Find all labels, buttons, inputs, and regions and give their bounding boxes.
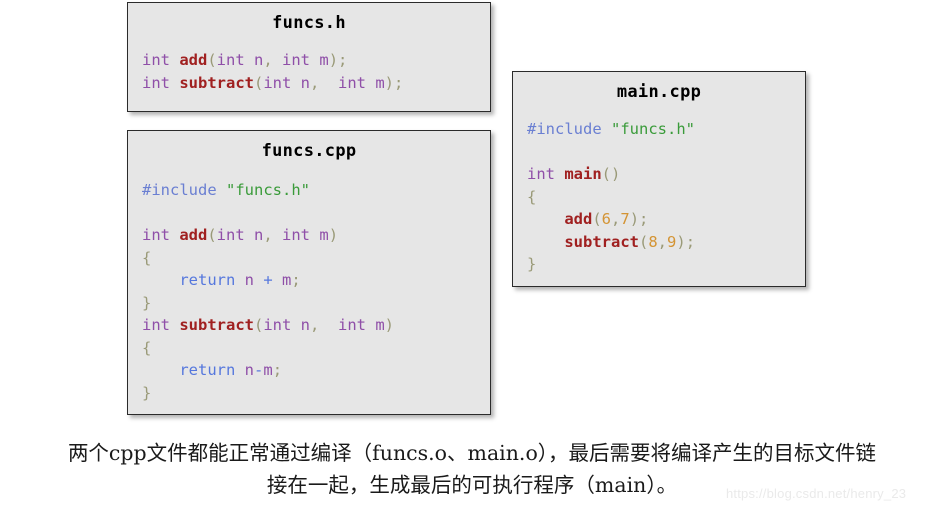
code-token: int n — [216, 51, 264, 69]
code-line: #include "funcs.h" — [142, 179, 490, 202]
code-token: add — [179, 51, 208, 69]
code-line: add(6,7); — [527, 208, 805, 231]
code-token: 6 — [601, 210, 612, 228]
code-token: m — [272, 271, 292, 289]
code-box-main-cpp: main.cpp #include "funcs.h" int main(){ … — [512, 71, 806, 287]
code-token: int n — [263, 73, 310, 92]
code-token: subtract — [179, 316, 254, 334]
code-line: subtract(8,9); — [527, 231, 805, 254]
code-line: { — [142, 337, 490, 360]
code-line: #include "funcs.h" — [527, 118, 805, 141]
code-token: add — [564, 210, 593, 228]
code-token: int — [142, 226, 180, 244]
code-body: #include "funcs.h" int add(int n, int m)… — [128, 161, 490, 404]
code-token: } — [142, 293, 152, 312]
code-token: - — [254, 361, 264, 379]
code-line: int subtract(int n, int m) — [142, 314, 490, 337]
code-token: , — [657, 232, 668, 251]
code-token: return — [179, 361, 236, 379]
code-token: #include — [142, 181, 226, 199]
code-token: "funcs.h" — [611, 120, 695, 138]
code-token: ( — [253, 316, 264, 334]
code-token: n — [235, 271, 264, 289]
code-token: "funcs.h" — [226, 181, 310, 199]
code-line: } — [527, 253, 805, 276]
code-token: ) — [328, 226, 339, 244]
code-token: main — [564, 165, 602, 183]
code-token: 9 — [667, 232, 677, 251]
code-line: int add(int n, int m); — [142, 49, 490, 72]
code-body: int add(int n, int m); int subtract(int n… — [128, 33, 490, 94]
code-line: return n + m; — [142, 269, 490, 292]
code-token: int m — [282, 226, 329, 244]
caption-line-1: 两个cpp文件都能正常通过编译（funcs.o、main.o），最后需要将编译产… — [67, 441, 877, 465]
code-line: { — [142, 247, 490, 270]
code-token: , — [263, 226, 283, 244]
code-token: ); — [629, 210, 649, 228]
code-body: #include "funcs.h" int main(){ add(6,7);… — [513, 102, 805, 276]
code-line: } — [142, 292, 490, 315]
code-token: + — [263, 271, 273, 289]
code-token: ; — [272, 361, 283, 379]
code-token: { — [142, 338, 152, 357]
code-token: return — [179, 271, 236, 289]
code-token: 8 — [648, 232, 658, 251]
code-line: return n-m; — [142, 359, 490, 382]
code-token: int m — [338, 73, 385, 92]
code-box-title: funcs.h — [272, 13, 346, 33]
code-token: ( — [207, 226, 217, 244]
code-token: ); — [328, 51, 348, 69]
code-token: ( — [592, 210, 602, 228]
code-token: , — [611, 210, 621, 228]
code-box-funcs-cpp: funcs.cpp #include "funcs.h" int add(int… — [127, 130, 491, 415]
code-box-funcs-h: funcs.h int add(int n, int m); int subtra… — [127, 2, 491, 112]
code-box-title: main.cpp — [616, 82, 702, 102]
code-token: ); — [384, 73, 404, 92]
code-token: m — [263, 361, 273, 379]
code-line: int add(int n, int m) — [142, 224, 490, 247]
code-token: } — [527, 255, 537, 273]
code-line: } — [142, 382, 490, 405]
code-token: int m — [282, 51, 329, 69]
code-token: ( — [253, 73, 264, 92]
code-token: ); — [676, 232, 696, 251]
code-token: int n — [263, 316, 310, 334]
code-token: int — [142, 316, 180, 334]
code-line: { — [527, 186, 805, 209]
code-line: int main() — [527, 163, 805, 186]
code-token: ) — [384, 316, 395, 334]
code-token: , — [310, 316, 338, 334]
code-token: , — [263, 51, 283, 69]
code-token: #include — [527, 120, 611, 138]
watermark: https://blog.csdn.net/henry_23 — [726, 486, 907, 501]
code-token: add — [179, 226, 208, 244]
code-token: { — [527, 187, 537, 206]
code-token: () — [601, 165, 621, 183]
code-token: ( — [638, 232, 649, 251]
code-token: n — [235, 361, 254, 379]
code-token: int — [142, 51, 180, 69]
code-token: ( — [207, 51, 217, 69]
code-token: } — [142, 383, 152, 402]
code-token: int — [527, 165, 565, 183]
code-token: 7 — [620, 210, 630, 228]
code-token: int n — [216, 226, 264, 244]
code-box-title: funcs.cpp — [261, 141, 357, 161]
code-token: { — [142, 248, 152, 267]
code-token: int — [142, 73, 180, 92]
code-line: int subtract(int n, int m); — [142, 72, 490, 95]
code-token: subtract — [564, 232, 639, 251]
code-token: int m — [338, 316, 385, 334]
code-token: ; — [291, 271, 301, 289]
code-token: , — [310, 73, 338, 92]
code-token: subtract — [179, 73, 254, 92]
